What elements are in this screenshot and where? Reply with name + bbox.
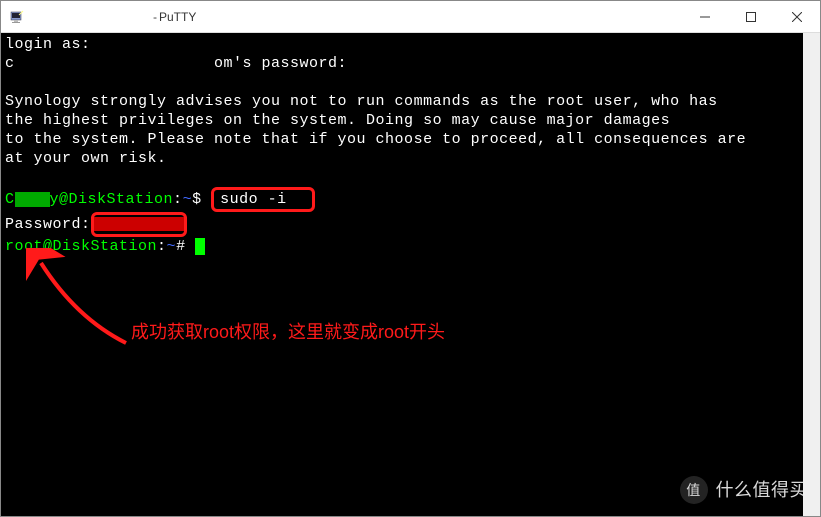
blank-1 [5,73,816,92]
pw-suffix: om's password: [214,55,347,72]
up-path: ~ [183,191,193,208]
rp-colon: : [157,238,167,255]
pw-label: Password: [5,216,91,233]
cursor [195,238,205,255]
password-line: Password: [5,212,816,237]
login-prompt: login as: [5,36,100,53]
redacted-pw1 [15,56,105,71]
root-prompt-line: root@DiskStation:~# [5,237,816,256]
annotation-arrow [26,248,136,348]
titlebar[interactable]: - PuTTY [1,1,820,33]
app-name: PuTTY [159,10,196,24]
warning-3: to the system. Please note that if you c… [5,130,816,149]
sudo-highlight: sudo -i [211,187,315,212]
login-line: login as: [5,35,816,54]
rp-hash: # [176,238,195,255]
watermark-text: 什么值得买 [716,481,809,500]
password-prompt-line: c om's password: [5,54,816,73]
blank-2 [5,168,816,187]
minimize-button[interactable] [682,1,728,32]
up-colon: : [173,191,183,208]
redacted-pw2 [114,56,214,71]
close-icon [792,12,802,22]
putty-icon [9,9,25,25]
title-separator: - [153,10,157,24]
window-title: - PuTTY [31,10,682,24]
maximize-button[interactable] [728,1,774,32]
minimize-icon [700,12,710,22]
pw-prefix: c [5,55,15,72]
redacted-user [100,37,162,52]
redacted-pw-box [94,217,184,231]
user-prompt-line: Cy@DiskStation:~$ sudo -i [5,187,816,212]
scrollbar[interactable] [803,33,820,516]
warning-2: the highest privileges on the system. Do… [5,111,816,130]
warning-4: at your own risk. [5,149,816,168]
close-button[interactable] [774,1,820,32]
up-dollar: $ [192,191,211,208]
redacted-user2 [15,192,50,207]
redacted-host [31,11,151,23]
sudo-cmd: sudo -i [220,191,287,208]
rp-path: ~ [167,238,177,255]
annotation-text: 成功获取root权限，这里就变成root开头 [131,323,445,342]
window-controls [682,1,820,32]
up-prefix: C [5,191,15,208]
warning-1: Synology strongly advises you not to run… [5,92,816,111]
up-host: y@DiskStation [50,191,174,208]
maximize-icon [746,12,756,22]
rp-host: root@DiskStation [5,238,157,255]
pw-highlight [91,212,187,237]
putty-window: - PuTTY login as: c om's password: Synol… [0,0,821,517]
terminal-area[interactable]: login as: c om's password: Synology stro… [1,33,820,516]
watermark: 值 什么值得买 [680,476,809,504]
watermark-logo: 值 [680,476,708,504]
